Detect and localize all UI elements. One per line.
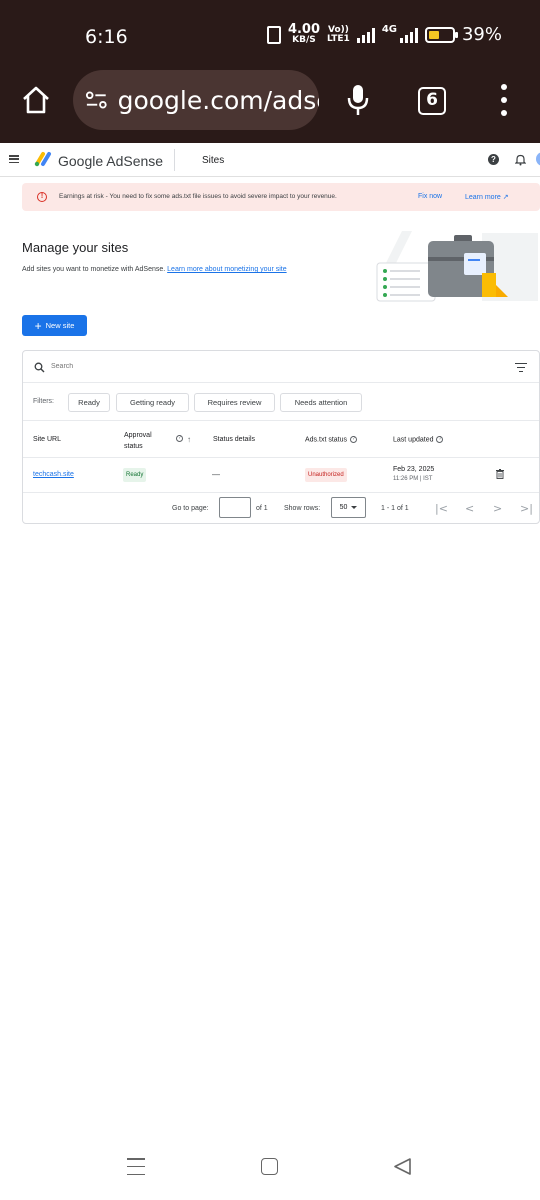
status-details-value: — (212, 470, 220, 479)
column-approval-line2: status (124, 443, 143, 450)
page-range-label: 1 - 1 of 1 (381, 505, 409, 512)
approval-status-badge: Ready (123, 468, 147, 482)
pagination: Go to page: of 1 Show rows: 50 1 - 1 of … (23, 493, 539, 523)
delete-icon[interactable] (496, 469, 504, 479)
sites-illustration (376, 231, 538, 302)
filters-label: Filters: (33, 398, 54, 405)
table-row: techcash.site Ready — Unauthorized Feb 2… (23, 458, 539, 493)
battery-percent: 39% (461, 24, 502, 45)
network-speed-unit: KB/S (292, 35, 316, 45)
phone-screen: 6:16 4.00 KB/S Vo)) LTE1 4G 39% google.c… (0, 0, 540, 1200)
recents-icon[interactable] (127, 1158, 145, 1175)
account-avatar[interactable] (536, 152, 540, 166)
status-bar: 6:16 4.00 KB/S Vo)) LTE1 4G 39% (0, 0, 540, 72)
adsense-logo-icon (34, 152, 51, 167)
column-last-updated[interactable]: Last updated? (393, 436, 444, 444)
rows-per-page-select[interactable]: 50 (331, 497, 366, 518)
column-ads-txt-status[interactable]: Ads.txt status? (305, 436, 358, 444)
back-icon[interactable] (393, 1157, 412, 1176)
volte-indicator: Vo)) LTE1 (327, 25, 350, 44)
home-icon[interactable] (20, 84, 52, 116)
ads-txt-status-badge: Unauthorized (305, 468, 347, 482)
hamburger-menu-icon[interactable] (9, 155, 19, 163)
learn-more-link[interactable]: Learn more ↗ (465, 193, 509, 201)
search-input[interactable] (51, 363, 251, 370)
previous-page-icon[interactable]: < (465, 502, 474, 515)
section-title: Sites (202, 155, 225, 166)
external-link-icon: ↗ (502, 194, 509, 201)
network-speed: 4.00 KB/S (288, 23, 320, 45)
filter-chip-requires-review[interactable]: Requires review (194, 393, 275, 412)
status-time: 6:16 (85, 26, 128, 48)
column-status-details: Status details (213, 436, 256, 443)
new-site-label: New site (45, 321, 75, 330)
help-icon[interactable]: ? (488, 154, 499, 165)
page-description: Add sites you want to monetize with AdSe… (22, 266, 287, 273)
adsense-page: Google AdSense Sites ? ! Earnings at ris… (0, 143, 540, 1143)
last-updated-help-icon[interactable]: ? (436, 436, 444, 443)
browser-toolbar: google.com/adse 6 (0, 70, 540, 130)
dropdown-caret-icon (351, 506, 358, 509)
signal-icon-sim2 (399, 27, 418, 43)
learn-more-label: Learn more (465, 194, 501, 201)
monetizing-learn-more-link[interactable]: Learn more about monetizing your site (167, 266, 286, 273)
battery-icon (424, 26, 458, 43)
sites-table-card: Filters: Ready Getting ready Requires re… (22, 350, 540, 524)
site-settings-icon[interactable] (85, 90, 108, 110)
column-ads-txt-label: Ads.txt status (305, 436, 348, 444)
product-name: Google AdSense (58, 153, 164, 169)
system-navigation-bar (0, 1140, 540, 1200)
filter-chip-ready[interactable]: Ready (68, 393, 110, 412)
column-approval-status[interactable]: Approval status (124, 430, 152, 452)
page-title: Manage your sites (22, 240, 129, 255)
search-row (23, 351, 539, 383)
site-url-link[interactable]: techcash.site (33, 471, 74, 478)
system-home-icon[interactable] (261, 1158, 278, 1175)
new-site-button[interactable]: + New site (22, 315, 87, 336)
app-header: Google AdSense Sites ? (0, 143, 540, 177)
notifications-bell-icon[interactable] (515, 153, 526, 166)
header-divider (174, 149, 175, 171)
page-count-label: of 1 (256, 505, 268, 512)
signal-icon-sim1 (356, 27, 375, 43)
column-site-url[interactable]: Site URL (33, 436, 61, 443)
go-to-page-label: Go to page: (172, 505, 209, 512)
url-text: google.com/adse (117, 85, 319, 115)
sort-arrow-icon[interactable]: ↑ (187, 435, 191, 444)
filter-icon[interactable] (515, 363, 527, 372)
status-indicators: 4.00 KB/S Vo)) LTE1 4G 39% (266, 23, 502, 45)
filter-chip-getting-ready[interactable]: Getting ready (116, 393, 189, 412)
rows-per-page-value: 50 (339, 504, 348, 511)
browser-chrome: 6:16 4.00 KB/S Vo)) LTE1 4G 39% google.c… (0, 0, 540, 143)
alert-message: Earnings at risk - You need to fix some … (59, 193, 337, 200)
search-icon (34, 362, 45, 373)
first-page-icon[interactable]: |< (435, 502, 448, 515)
next-page-icon[interactable]: > (493, 502, 502, 515)
address-bar[interactable]: google.com/adse (73, 70, 319, 130)
approval-help-icon[interactable]: ? (173, 435, 183, 442)
volte-line2: LTE1 (327, 33, 350, 44)
column-approval-line1: Approval (124, 432, 152, 439)
last-updated-time: 11:26 PM | IST (393, 476, 433, 482)
page-description-text: Add sites you want to monetize with AdSe… (22, 266, 166, 273)
fix-now-link[interactable]: Fix now (418, 193, 442, 200)
last-page-icon[interactable]: >| (520, 502, 533, 515)
more-options-icon[interactable] (498, 84, 510, 116)
alert-icon: ! (37, 192, 47, 202)
filter-chip-needs-attention[interactable]: Needs attention (280, 393, 362, 412)
show-rows-label: Show rows: (284, 505, 321, 512)
microphone-icon[interactable] (346, 83, 370, 117)
table-header: Site URL Approval status ? ↑ Status deta… (23, 421, 539, 458)
plus-icon: + (34, 318, 42, 333)
vibrate-icon (266, 25, 281, 44)
battery-fill (428, 30, 440, 39)
last-updated-date: Feb 23, 2025 (393, 466, 435, 473)
earnings-alert-banner: ! Earnings at risk - You need to fix som… (22, 183, 540, 211)
page-number-input[interactable] (219, 497, 251, 518)
ads-txt-help-icon[interactable]: ? (350, 436, 358, 443)
filters-row: Filters: Ready Getting ready Requires re… (23, 383, 539, 421)
tab-switcher-button[interactable]: 6 (418, 87, 446, 115)
network-type: 4G (381, 24, 397, 35)
column-last-updated-label: Last updated (393, 436, 434, 444)
